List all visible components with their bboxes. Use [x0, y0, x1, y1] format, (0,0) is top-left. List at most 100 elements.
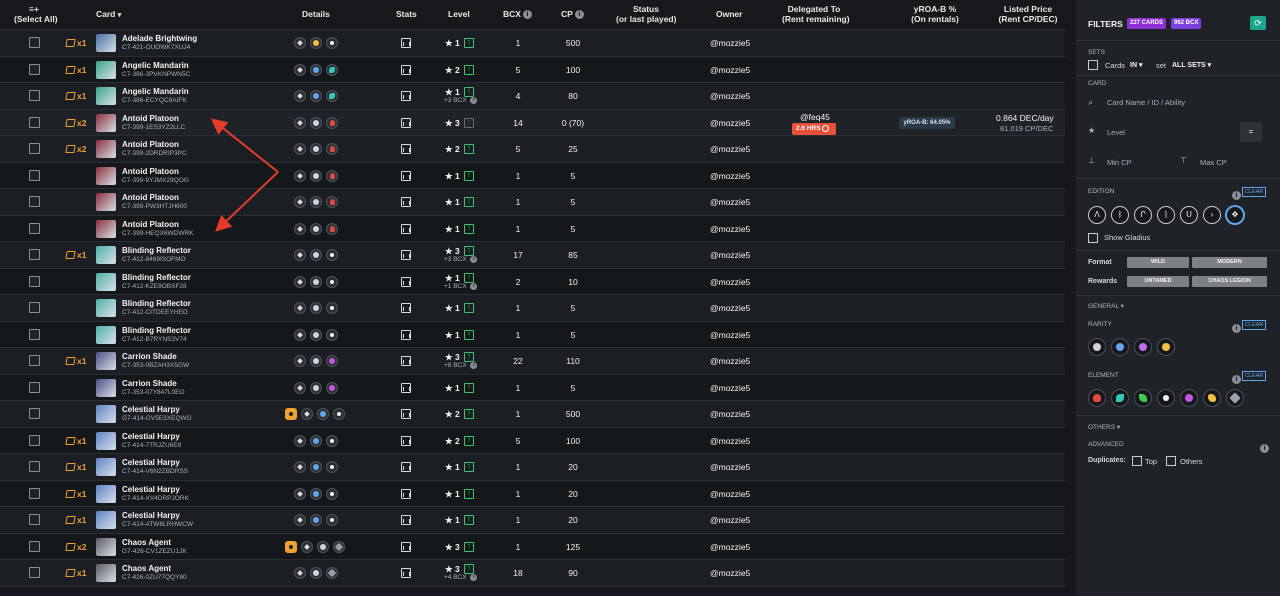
level-up-icon[interactable]: ↑ [464, 246, 474, 257]
element-clear-button[interactable]: CLEAR [1242, 371, 1267, 381]
card-thumbnail[interactable] [96, 246, 116, 265]
row-checkbox[interactable] [29, 328, 40, 340]
legendary-rarity-icon[interactable] [1157, 338, 1175, 356]
card-name[interactable]: Carrion Shade [122, 352, 177, 361]
level-header[interactable]: Level [448, 9, 470, 19]
table-row[interactable]: x1 Celestial Harpy C7-414-ATW6LRHWCW ★ 1 ↑ 1 2… [0, 507, 1065, 534]
table-row[interactable]: x1 Angelic Mandarin C7-386-ECYQC8AIFK ★ 1 ↑ +… [0, 83, 1065, 110]
level-up-icon[interactable]: ↑ [464, 197, 474, 208]
level-up-icon[interactable]: ↑ [464, 64, 474, 75]
card-thumbnail[interactable] [96, 325, 116, 344]
level-up-icon[interactable]: ↑ [464, 117, 474, 128]
owner-name[interactable]: @mozzie5 [710, 436, 750, 446]
card-thumbnail[interactable] [96, 219, 116, 238]
stats-chart-icon[interactable] [401, 488, 411, 499]
row-checkbox[interactable] [29, 37, 40, 49]
table-row[interactable]: Blinding Reflector C7-412-CITDEEYHEO ★ 1 ↑ 1… [0, 295, 1065, 322]
table-row[interactable]: x2 Chaos Agent G7-426-CV1ZEZU1JK ★ 3 ↑ 1 125 @m… [0, 533, 1065, 560]
info-icon[interactable]: i [470, 97, 478, 105]
card-thumbnail[interactable] [96, 405, 116, 424]
bcx-header[interactable]: BCX i [503, 9, 532, 20]
rare-rarity-icon[interactable] [1111, 338, 1129, 356]
show-gladius-checkbox[interactable] [1088, 233, 1098, 243]
rarity-clear-button[interactable]: CLEAR [1242, 320, 1267, 330]
owner-name[interactable]: @mozzie5 [710, 568, 750, 578]
row-checkbox[interactable] [29, 302, 40, 314]
table-row[interactable]: x1 Celestial Harpy C7-414-XV4DRPJORK ★ 1 ↑ 1 2… [0, 480, 1065, 507]
owner-name[interactable]: @mozzie5 [710, 250, 750, 260]
card-name[interactable]: Adelade Brightwing [122, 34, 197, 43]
stats-chart-icon[interactable] [401, 223, 411, 234]
table-row[interactable]: x1 Celestial Harpy C7-414-V6N2ZBDRSS ★ 1 ↑ 1 2… [0, 454, 1065, 481]
table-row[interactable]: x2 Antoid Platoon C7-399-2DRDRIP3PC ★ 2 ↑ 5 25… [0, 136, 1065, 163]
card-name[interactable]: Celestial Harpy [122, 432, 180, 441]
card-name[interactable]: Antoid Platoon [122, 140, 179, 149]
owner-name[interactable]: @mozzie5 [710, 171, 750, 181]
stats-chart-icon[interactable] [401, 515, 411, 526]
card-thumbnail[interactable] [96, 352, 116, 371]
level-input[interactable]: Level [1107, 128, 1125, 137]
stats-chart-icon[interactable] [401, 91, 411, 102]
wild-button[interactable]: WILD [1127, 257, 1189, 268]
owner-name[interactable]: @mozzie5 [710, 515, 750, 525]
others-section-toggle[interactable]: OTHERS ▾ [1088, 423, 1120, 431]
row-checkbox[interactable] [29, 169, 40, 181]
level-up-icon[interactable]: ↑ [464, 564, 474, 575]
row-checkbox[interactable] [29, 408, 40, 420]
others-duplicates-checkbox[interactable] [1166, 456, 1176, 466]
card-name[interactable]: Chaos Agent [122, 564, 171, 573]
row-checkbox[interactable] [29, 222, 40, 234]
level-up-icon[interactable]: ↑ [464, 144, 474, 155]
refresh-button[interactable]: ⟳ [1250, 16, 1266, 30]
row-checkbox[interactable] [29, 249, 40, 261]
row-checkbox[interactable] [29, 514, 40, 526]
level-operator-button[interactable]: = [1240, 122, 1262, 142]
card-name[interactable]: Blinding Reflector [122, 273, 191, 282]
card-thumbnail[interactable] [96, 458, 116, 477]
card-name[interactable]: Antoid Platoon [122, 114, 179, 123]
stats-chart-icon[interactable] [401, 303, 411, 314]
table-row[interactable]: Celestial Harpy G7-414-GV5E3XEQWG ★ 2 ↑ 1 500… [0, 401, 1065, 428]
level-up-icon[interactable]: ↑ [464, 515, 474, 526]
card-name[interactable]: Antoid Platoon [122, 220, 179, 229]
stats-chart-icon[interactable] [401, 250, 411, 261]
owner-name[interactable]: @mozzie5 [710, 330, 750, 340]
stats-chart-icon[interactable] [401, 38, 411, 49]
cards-checkbox[interactable] [1088, 60, 1098, 70]
neutral-element-icon[interactable] [1226, 389, 1244, 407]
card-thumbnail[interactable] [96, 299, 116, 318]
card-name[interactable]: Blinding Reflector [122, 326, 191, 335]
card-search-input[interactable]: Card Name / ID / Ability [1107, 98, 1185, 107]
untamed-icon[interactable]: Ս [1180, 206, 1198, 224]
table-row[interactable]: x1 Celestial Harpy C7-414-7TRJZU6E8 ★ 2 ↑ 5 10… [0, 427, 1065, 454]
card-thumbnail[interactable] [96, 484, 116, 503]
table-row[interactable]: Antoid Platoon C7-399-9YJMX29QOG ★ 1 ↑ 1 5 @mo… [0, 162, 1065, 189]
info-icon[interactable]: i [1258, 440, 1269, 458]
owner-name[interactable]: @mozzie5 [710, 409, 750, 419]
info-icon[interactable]: i [1230, 320, 1241, 338]
card-thumbnail[interactable] [96, 378, 116, 397]
info-icon[interactable]: i [470, 256, 478, 264]
level-up-icon[interactable]: ↑ [464, 488, 474, 499]
card-thumbnail[interactable] [96, 34, 116, 53]
stats-chart-icon[interactable] [401, 276, 411, 287]
owner-name[interactable]: @mozzie5 [710, 197, 750, 207]
table-row[interactable]: x1 Blinding Reflector C7-412-8469ISOFMO ★ 3… [0, 242, 1065, 269]
beta-icon[interactable]: ᛒ [1111, 206, 1129, 224]
in-select[interactable]: IN ▾ [1130, 61, 1142, 69]
card-thumbnail[interactable] [96, 537, 116, 556]
card-thumbnail[interactable] [96, 166, 116, 185]
owner-name[interactable]: @mozzie5 [710, 356, 750, 366]
all-sets-select[interactable]: ALL SETS ▾ [1172, 61, 1211, 69]
life-element-icon[interactable] [1157, 389, 1175, 407]
row-checkbox[interactable] [29, 540, 40, 552]
table-row[interactable]: x1 Adelade Brightwing C7-421-OUOWK7XUJ4 ★ 1… [0, 30, 1065, 57]
level-up-icon[interactable]: ↑ [464, 462, 474, 473]
card-thumbnail[interactable] [96, 511, 116, 530]
card-name[interactable]: Antoid Platoon [122, 167, 179, 176]
card-header[interactable]: Card ▾ [96, 9, 121, 21]
row-checkbox[interactable] [29, 381, 40, 393]
stats-chart-icon[interactable] [401, 170, 411, 181]
row-checkbox[interactable] [29, 567, 40, 579]
owner-name[interactable]: @mozzie5 [710, 224, 750, 234]
